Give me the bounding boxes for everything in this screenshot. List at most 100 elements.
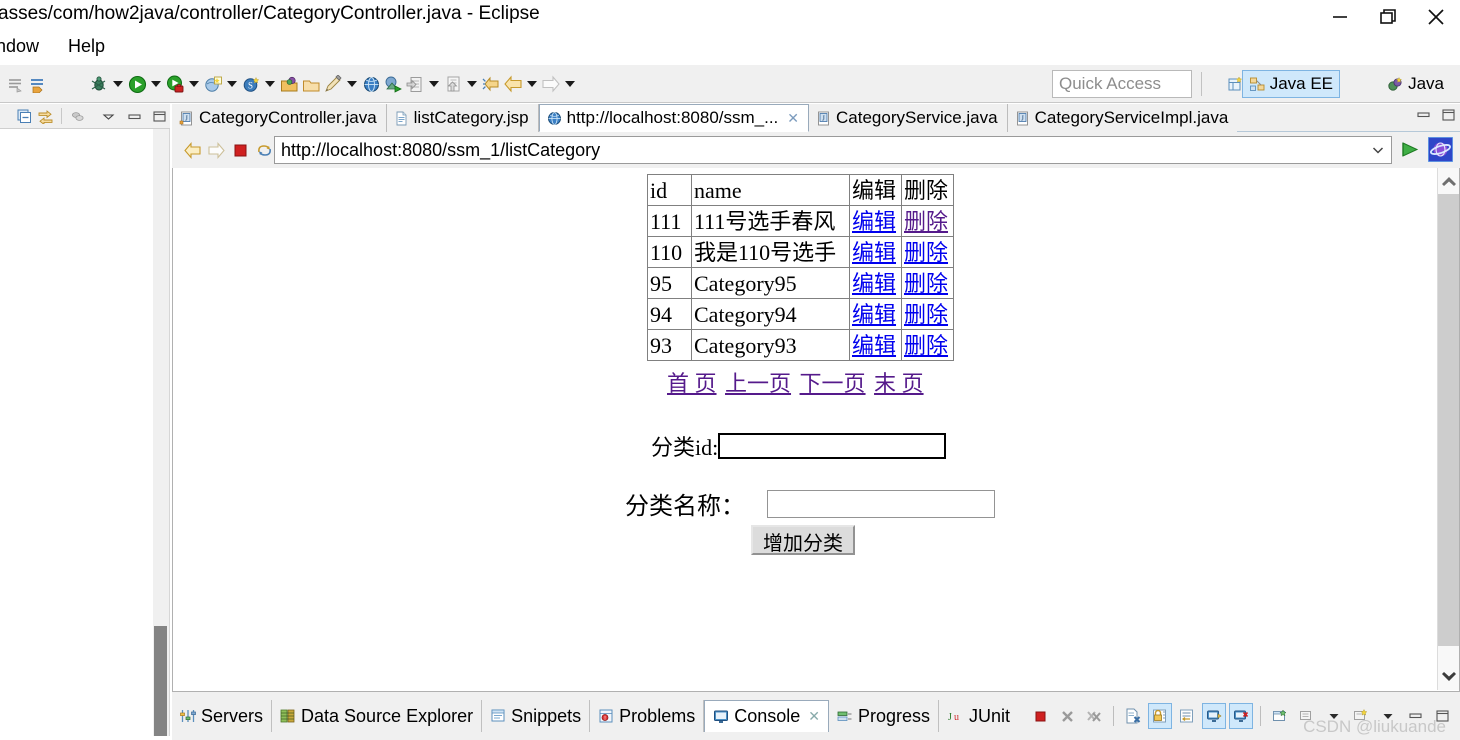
category-id-input[interactable] bbox=[718, 433, 947, 459]
editor-tab-category-service-impl[interactable]: J CategoryServiceImpl.java bbox=[1007, 104, 1238, 132]
forward-dropdown-arrow-icon[interactable] bbox=[562, 65, 578, 103]
page-scrollbar[interactable] bbox=[1437, 168, 1459, 690]
forward-icon[interactable] bbox=[540, 65, 562, 103]
edit-link[interactable]: 编辑 bbox=[852, 209, 896, 234]
view-menu-icon[interactable] bbox=[98, 104, 119, 129]
bottom-tab-junit[interactable]: J u JUnit bbox=[939, 700, 1018, 732]
run-server-icon[interactable] bbox=[164, 65, 186, 103]
run-on-server-icon[interactable] bbox=[382, 65, 404, 103]
run-server-dropdown-arrow-icon[interactable] bbox=[186, 65, 202, 103]
import-icon[interactable] bbox=[442, 65, 464, 103]
show-console-on-error-icon[interactable] bbox=[1229, 703, 1253, 729]
minimize-icon[interactable] bbox=[123, 104, 144, 129]
bottom-tab-data-source-explorer[interactable]: Data Source Explorer bbox=[272, 700, 483, 732]
debug-icon[interactable] bbox=[88, 65, 110, 103]
show-console-on-output-icon[interactable] bbox=[1202, 703, 1226, 729]
delete-link[interactable]: 删除 bbox=[904, 240, 948, 265]
clear-console-icon[interactable] bbox=[1121, 703, 1145, 729]
scroll-down-arrow-icon[interactable] bbox=[1438, 666, 1459, 688]
bottom-tab-close-icon[interactable]: ✕ bbox=[808, 708, 820, 725]
edit-link[interactable]: 编辑 bbox=[852, 271, 896, 296]
editor-minimize-icon[interactable] bbox=[1416, 108, 1431, 123]
refresh-icon[interactable] bbox=[252, 132, 276, 168]
restore-button[interactable] bbox=[1364, 0, 1412, 34]
import-dropdown-arrow-icon[interactable] bbox=[464, 65, 480, 103]
pagination-last-page[interactable]: 末 页 bbox=[874, 371, 924, 396]
scroll-up-arrow-icon[interactable] bbox=[1438, 170, 1459, 192]
editor-tab-category-controller[interactable]: J CategoryController.java bbox=[172, 104, 387, 132]
quick-access-input[interactable]: Quick Access bbox=[1052, 70, 1192, 98]
bottom-tab-snippets[interactable]: Snippets bbox=[482, 700, 591, 732]
minimize-button[interactable] bbox=[1316, 0, 1364, 34]
new-wizard-icon[interactable] bbox=[202, 65, 224, 103]
editor-tab-browser[interactable]: http://localhost:8080/ssm_... ✕ bbox=[538, 104, 810, 132]
maximize-icon[interactable] bbox=[149, 104, 170, 129]
stop-icon[interactable] bbox=[228, 132, 252, 168]
close-button[interactable] bbox=[1412, 0, 1460, 34]
open-resource-icon[interactable] bbox=[300, 65, 322, 103]
bottom-tab-progress[interactable]: Progress bbox=[829, 700, 940, 732]
filters-icon[interactable] bbox=[67, 104, 88, 129]
java-file-icon: J bbox=[179, 111, 194, 126]
bottom-tab-servers[interactable]: Servers bbox=[172, 700, 273, 732]
back-history-icon[interactable] bbox=[480, 65, 502, 103]
quick-fix-dropdown-arrow-icon[interactable] bbox=[344, 65, 360, 103]
perspective-java-ee[interactable]: Java EE bbox=[1241, 70, 1340, 98]
new-wizard-dropdown-arrow-icon[interactable] bbox=[224, 65, 240, 103]
delete-link[interactable]: 删除 bbox=[904, 209, 948, 234]
editor-tab-label: CategoryService.java bbox=[836, 108, 998, 127]
edit-link[interactable]: 编辑 bbox=[852, 302, 896, 327]
toggle-breakpoint-icon[interactable] bbox=[26, 65, 48, 103]
remove-launch-icon[interactable] bbox=[1055, 703, 1079, 729]
delete-link[interactable]: 删除 bbox=[904, 302, 948, 327]
editor-tab-close-icon[interactable]: ✕ bbox=[787, 110, 799, 127]
forward-arrow-icon[interactable] bbox=[204, 132, 228, 168]
open-web-browser-icon[interactable] bbox=[360, 65, 382, 103]
bottom-tab-console[interactable]: Console ✕ bbox=[704, 700, 829, 732]
open-type-icon[interactable] bbox=[278, 65, 300, 103]
back-dropdown-arrow-icon[interactable] bbox=[524, 65, 540, 103]
collapse-all-icon[interactable] bbox=[14, 104, 35, 129]
editor-tab-list-category-jsp[interactable]: listCategory.jsp bbox=[386, 104, 539, 132]
run-green-arrow-icon[interactable] bbox=[1400, 140, 1421, 159]
export-icon[interactable] bbox=[404, 65, 426, 103]
internet-explorer-icon[interactable] bbox=[1428, 137, 1453, 162]
export-dropdown-arrow-icon[interactable] bbox=[426, 65, 442, 103]
delete-link[interactable]: 删除 bbox=[904, 271, 948, 296]
menu-item-window[interactable]: ndow bbox=[0, 36, 39, 57]
category-name-input[interactable] bbox=[767, 489, 995, 518]
run-dropdown-arrow-icon[interactable] bbox=[148, 65, 164, 103]
bottom-tab-problems[interactable]: ! Problems bbox=[590, 700, 705, 732]
back-arrow-icon[interactable] bbox=[180, 132, 204, 168]
browser-url-bar[interactable]: http://localhost:8080/ssm_1/listCategory bbox=[274, 136, 1392, 164]
chevron-down-icon[interactable] bbox=[1365, 137, 1391, 163]
scroll-lock-icon[interactable] bbox=[1148, 703, 1172, 729]
package-explorer-scrollbar[interactable] bbox=[153, 129, 169, 736]
skip-all-breakpoints-icon[interactable] bbox=[4, 65, 26, 103]
run-icon[interactable] bbox=[126, 65, 148, 103]
perspective-java[interactable]: Java bbox=[1381, 70, 1450, 98]
menu-item-help[interactable]: Help bbox=[68, 36, 105, 57]
terminate-icon[interactable] bbox=[1028, 703, 1052, 729]
edit-link[interactable]: 编辑 bbox=[852, 240, 896, 265]
debug-dropdown-arrow-icon[interactable] bbox=[110, 65, 126, 103]
open-console-icon[interactable] bbox=[1268, 703, 1292, 729]
new-spring-icon[interactable]: S bbox=[240, 65, 262, 103]
pagination-next-page[interactable]: 下一页 bbox=[800, 371, 866, 396]
back-icon[interactable] bbox=[502, 65, 524, 103]
editor-tab-category-service[interactable]: J CategoryService.java bbox=[809, 104, 1008, 132]
remove-all-terminated-icon[interactable] bbox=[1082, 703, 1106, 729]
word-wrap-icon[interactable] bbox=[1175, 703, 1199, 729]
edit-link[interactable]: 编辑 bbox=[852, 333, 896, 358]
new-spring-dropdown-arrow-icon[interactable] bbox=[262, 65, 278, 103]
pagination-first-page[interactable]: 首 页 bbox=[667, 371, 717, 396]
quick-fix-icon[interactable] bbox=[322, 65, 344, 103]
page-scroll-track[interactable] bbox=[1438, 194, 1459, 646]
package-explorer-scroll-thumb[interactable] bbox=[154, 626, 167, 736]
link-with-editor-icon[interactable] bbox=[35, 104, 56, 129]
pagination-prev-page[interactable]: 上一页 bbox=[725, 371, 791, 396]
delete-link[interactable]: 删除 bbox=[904, 333, 948, 358]
add-category-button[interactable]: 增加分类 bbox=[751, 525, 855, 555]
browser-url-text[interactable]: http://localhost:8080/ssm_1/listCategory bbox=[275, 140, 1365, 161]
editor-maximize-icon[interactable] bbox=[1441, 108, 1456, 123]
